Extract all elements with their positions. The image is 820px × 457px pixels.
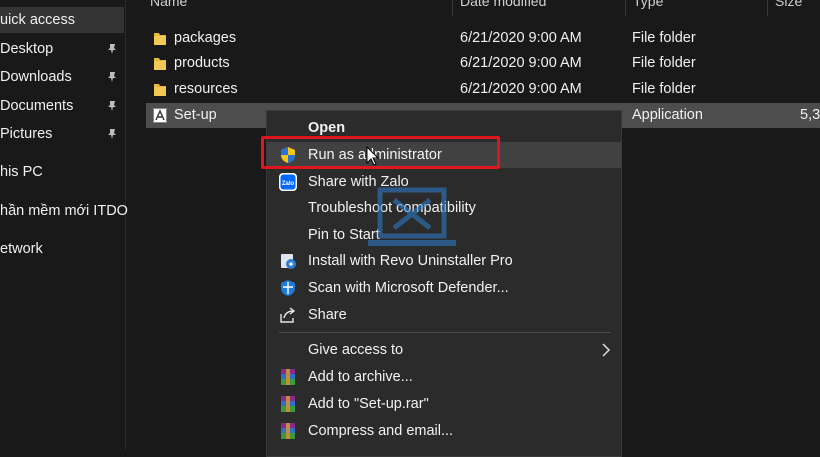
chevron-right-icon xyxy=(602,343,611,357)
file-name: resources xyxy=(174,81,238,97)
revo-icon xyxy=(281,254,296,269)
folder-icon xyxy=(154,33,166,45)
menu-item-label: Compress and email... xyxy=(308,423,454,439)
folder-icon xyxy=(154,84,166,96)
nav-item-label: Documents xyxy=(0,98,74,114)
defender-icon xyxy=(281,280,295,296)
highlight-annotation xyxy=(261,136,500,169)
menu-item-label: Scan with Microsoft Defender... xyxy=(308,280,509,296)
file-row-resources[interactable]: resources 6/21/2020 9:00 AM File folder xyxy=(146,77,820,102)
nav-item-downloads[interactable]: Downloads xyxy=(0,64,124,90)
menu-item-share[interactable]: Share xyxy=(267,302,621,328)
svg-text:Zalo: Zalo xyxy=(282,181,295,187)
nav-item-this-pc[interactable]: his PC xyxy=(0,159,124,185)
file-row-packages[interactable]: packages 6/21/2020 9:00 AM File folder xyxy=(146,26,820,51)
winrar-icon xyxy=(281,396,295,412)
menu-item-compress-and-email[interactable]: Compress and email... xyxy=(267,418,621,444)
adobe-app-icon xyxy=(153,108,167,123)
menu-separator xyxy=(279,332,611,333)
column-header-type[interactable]: Type xyxy=(633,0,663,9)
winrar-icon xyxy=(281,369,295,385)
column-header-size[interactable]: Size xyxy=(775,0,802,9)
file-name: packages xyxy=(174,30,237,46)
file-name: products xyxy=(174,55,230,71)
pin-icon xyxy=(108,72,116,82)
column-header-name[interactable]: Name xyxy=(150,0,187,9)
column-divider[interactable] xyxy=(452,0,453,16)
column-divider[interactable] xyxy=(767,0,768,16)
nav-item-quick-access[interactable]: uick access xyxy=(0,7,124,33)
menu-item-label: Share xyxy=(308,307,347,323)
file-date: 6/21/2020 9:00 AM xyxy=(460,55,582,71)
pin-icon xyxy=(108,129,116,139)
mouse-cursor-icon xyxy=(366,146,380,166)
column-divider[interactable] xyxy=(625,0,626,16)
file-type: File folder xyxy=(632,81,696,97)
nav-item-documents[interactable]: Documents xyxy=(0,93,124,119)
file-type: Application xyxy=(632,107,703,123)
watermark-logo-icon xyxy=(368,187,456,246)
nav-item-label: Desktop xyxy=(0,41,54,57)
nav-item-label: Pictures xyxy=(0,126,53,142)
menu-item-give-access-to[interactable]: Give access to xyxy=(267,337,621,363)
nav-item-label: etwork xyxy=(0,241,43,257)
zalo-icon: Zalo xyxy=(279,173,297,191)
nav-item-label: his PC xyxy=(0,164,43,180)
nav-item-label: uick access xyxy=(0,12,75,28)
nav-item-phan-mem-moi[interactable]: hần mềm mới ITDO xyxy=(0,198,128,224)
nav-item-label: Downloads xyxy=(0,69,72,85)
nav-item-label: hần mềm mới ITDO xyxy=(0,203,128,219)
menu-item-add-to-set-up-rar[interactable]: Add to "Set-up.rar" xyxy=(267,391,621,417)
menu-item-scan-with-defender[interactable]: Scan with Microsoft Defender... xyxy=(267,275,621,301)
menu-item-label: Give access to xyxy=(308,342,404,358)
file-name: Set-up xyxy=(174,107,217,123)
menu-item-label: Add to "Set-up.rar" xyxy=(308,396,429,412)
winrar-icon xyxy=(281,423,295,439)
file-type: File folder xyxy=(632,30,696,46)
file-size: 5,3 xyxy=(800,107,820,123)
navigation-pane: uick access Desktop Downloads Documents … xyxy=(0,0,128,450)
file-type: File folder xyxy=(632,55,696,71)
file-date: 6/21/2020 9:00 AM xyxy=(460,81,582,97)
column-header-date[interactable]: Date modified xyxy=(460,0,546,9)
file-date: 6/21/2020 9:00 AM xyxy=(460,30,582,46)
file-row-products[interactable]: products 6/21/2020 9:00 AM File folder xyxy=(146,51,820,76)
folder-icon xyxy=(154,58,166,70)
nav-item-network[interactable]: etwork xyxy=(0,236,124,262)
pin-icon xyxy=(108,101,116,111)
menu-item-add-to-archive[interactable]: Add to archive... xyxy=(267,364,621,390)
menu-item-label: Add to archive... xyxy=(308,369,413,385)
share-icon xyxy=(280,307,296,323)
nav-item-desktop[interactable]: Desktop xyxy=(0,36,124,62)
nav-item-pictures[interactable]: Pictures xyxy=(0,121,124,147)
pin-icon xyxy=(108,44,116,54)
